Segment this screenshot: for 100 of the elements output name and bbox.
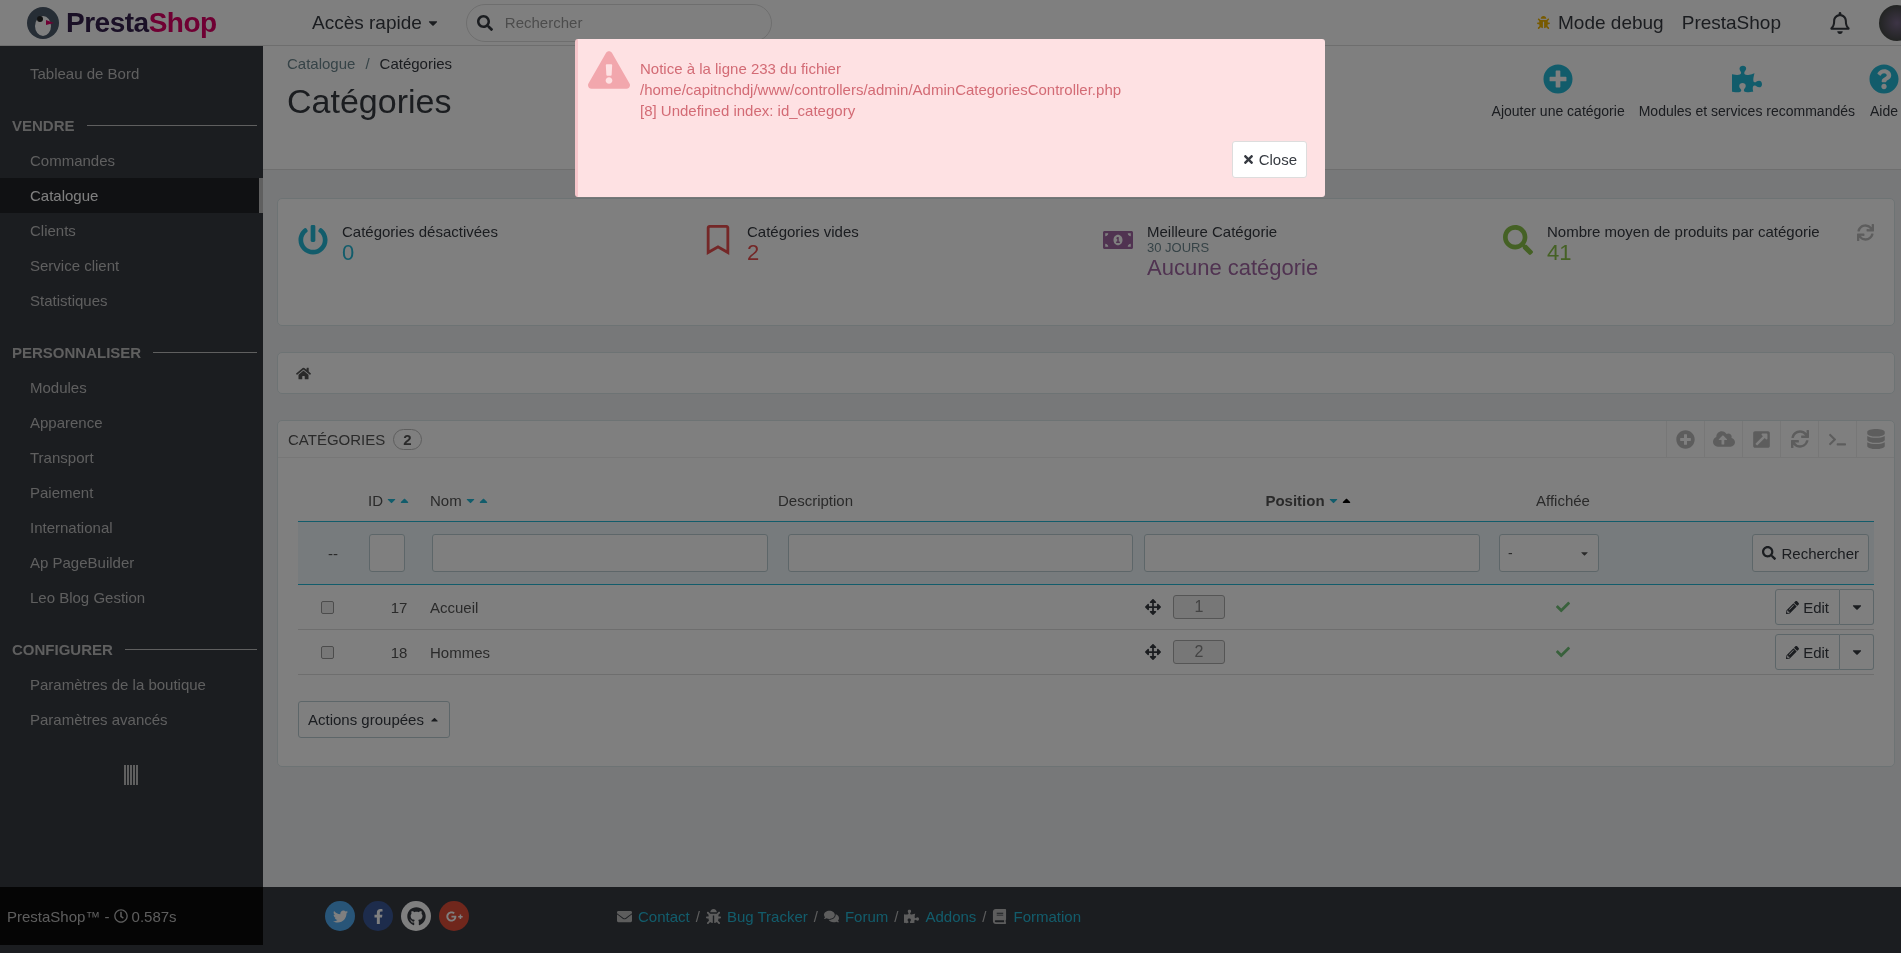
page-title: Catégories — [287, 82, 453, 121]
id-cell-text: 18 — [389, 643, 409, 661]
search-button[interactable]: Rechercher — [1752, 534, 1869, 572]
bug-icon — [705, 908, 721, 924]
stat-value: 0 — [342, 240, 356, 266]
book-icon — [992, 908, 1008, 924]
notice-text: /home/capitnchdj/www/controllers/admin/AdminCategoriesController.php — [640, 80, 1122, 100]
sidebar-item[interactable]: Tableau de Bord — [0, 56, 263, 91]
export-icon — [1752, 429, 1771, 449]
check-icon[interactable] — [1556, 600, 1570, 614]
database-icon — [1865, 429, 1886, 449]
search-icon — [1762, 546, 1777, 560]
stat-label: Nombre moyen de produits par catégorie — [1547, 223, 1820, 240]
github-link[interactable] — [401, 901, 431, 931]
sidebar-item[interactable]: Clients — [0, 213, 263, 248]
quick-access-button[interactable]: Accès rapide — [312, 11, 440, 34]
edit-button[interactable]: Edit — [1775, 634, 1840, 670]
footer-link[interactable]: Forum — [844, 907, 889, 925]
sidebar-item[interactable]: Ap PageBuilder — [0, 545, 263, 580]
sidebar-item[interactable]: Transport — [0, 440, 263, 475]
stat-sublabel: 30 JOURS — [1147, 240, 1211, 255]
sidebar-item[interactable]: International — [0, 510, 263, 545]
footer-link[interactable]: Addons — [925, 907, 977, 925]
bird-icon — [332, 908, 348, 924]
logo-text: PrestaShop — [66, 6, 217, 39]
row-checkbox[interactable] — [321, 600, 334, 614]
cloud-upload-icon — [1712, 428, 1735, 450]
breadcrumb-link[interactable]: Catégories — [379, 55, 453, 72]
separator: / — [813, 907, 818, 925]
logo-icon — [26, 5, 60, 40]
facebook-link[interactable] — [363, 901, 393, 931]
close-icon — [1241, 153, 1255, 166]
description-filter-field[interactable] — [788, 534, 1133, 572]
pencil-icon — [1786, 645, 1800, 659]
refresh-icon — [1790, 430, 1809, 448]
sidebar-item[interactable]: Paiement — [0, 475, 263, 510]
sidebar-item[interactable]: Leo Blog Gestion — [0, 580, 263, 615]
column-header: Affichée — [1536, 492, 1590, 509]
sidebar-section-title: CONFIGURER — [12, 641, 113, 658]
breadcrumb-link[interactable]: Catalogue — [287, 55, 356, 72]
search-icon[interactable] — [476, 14, 493, 31]
name-cell-text: Accueil — [430, 598, 480, 616]
bulk-actions-button[interactable]: Actions groupées — [298, 701, 450, 738]
edit-button[interactable]: Edit — [1775, 589, 1840, 625]
shop-link[interactable]: PrestaShop — [1681, 11, 1781, 34]
panel-title: CATÉGORIES — [288, 430, 386, 448]
chat-icon — [823, 908, 839, 924]
footer-link[interactable]: Contact — [638, 907, 690, 925]
stat-value: 2 — [747, 240, 761, 266]
stat-value: 41 — [1547, 240, 1573, 266]
sidebar-item[interactable]: Commandes — [0, 143, 263, 178]
separator: / — [695, 907, 700, 925]
drag-icon[interactable] — [1145, 644, 1161, 660]
sidebar-item[interactable]: Paramètres avancés — [0, 702, 263, 737]
check-icon[interactable] — [1556, 645, 1570, 659]
displayed-filter-select[interactable]: - — [1499, 534, 1599, 572]
more-actions-button[interactable] — [1840, 589, 1874, 625]
sidebar-item[interactable]: Service client — [0, 248, 263, 283]
github-icon — [406, 906, 426, 926]
row-checkbox[interactable] — [321, 645, 334, 659]
column-header[interactable]: Position — [1265, 492, 1325, 509]
column-header[interactable]: ID — [368, 492, 383, 509]
more-actions-button[interactable] — [1840, 634, 1874, 670]
sidebar-item[interactable]: Apparence — [0, 405, 263, 440]
debug-mode-link[interactable]: Mode debug — [1558, 11, 1664, 34]
google-plus-link[interactable] — [439, 901, 469, 931]
separator: / — [982, 907, 987, 925]
notifications-icon[interactable] — [1829, 11, 1851, 34]
breadcrumb-separator: / — [365, 55, 370, 72]
separator: / — [894, 907, 899, 925]
sidebar-item[interactable]: Statistiques — [0, 283, 263, 318]
help-icon — [1869, 64, 1899, 94]
refresh-icon[interactable] — [1857, 224, 1874, 241]
sidebar-item[interactable]: Modules — [0, 370, 263, 405]
stat-value: Aucune catégorie — [1147, 255, 1319, 281]
toolbar-button[interactable]: Ajouter une catégorie — [1491, 64, 1625, 169]
drag-icon[interactable] — [1145, 599, 1161, 615]
name-filter-field[interactable] — [432, 534, 768, 572]
sidebar-section-title: VENDRE — [12, 117, 75, 134]
footer-link[interactable]: Formation — [1013, 907, 1081, 925]
plus-icon — [1676, 429, 1695, 449]
power-icon — [298, 225, 328, 255]
home-icon[interactable] — [296, 365, 311, 381]
twitter-link[interactable] — [325, 901, 355, 931]
toolbar-button[interactable]: Aide — [1869, 64, 1899, 169]
close-button[interactable]: Close — [1231, 141, 1307, 178]
sidebar-item[interactable]: Paramètres de la boutique — [0, 667, 263, 702]
toolbar-button[interactable]: Modules et services recommandés — [1638, 64, 1855, 169]
add-icon — [1543, 64, 1574, 94]
stat-label: Catégories vides — [747, 223, 859, 240]
id-filter-field[interactable] — [369, 534, 405, 572]
position-filter-field[interactable] — [1144, 534, 1480, 572]
collapse-icon[interactable] — [123, 765, 140, 785]
sidebar-item[interactable]: Catalogue — [0, 178, 263, 213]
column-header[interactable]: Nom — [430, 492, 462, 509]
warning-icon — [588, 49, 630, 91]
footer-link[interactable]: Bug Tracker — [726, 907, 808, 925]
name-cell-text: Hommes — [430, 643, 491, 661]
stat-label: Meilleure Catégorie — [1147, 223, 1279, 240]
bug-icon — [1537, 16, 1551, 29]
